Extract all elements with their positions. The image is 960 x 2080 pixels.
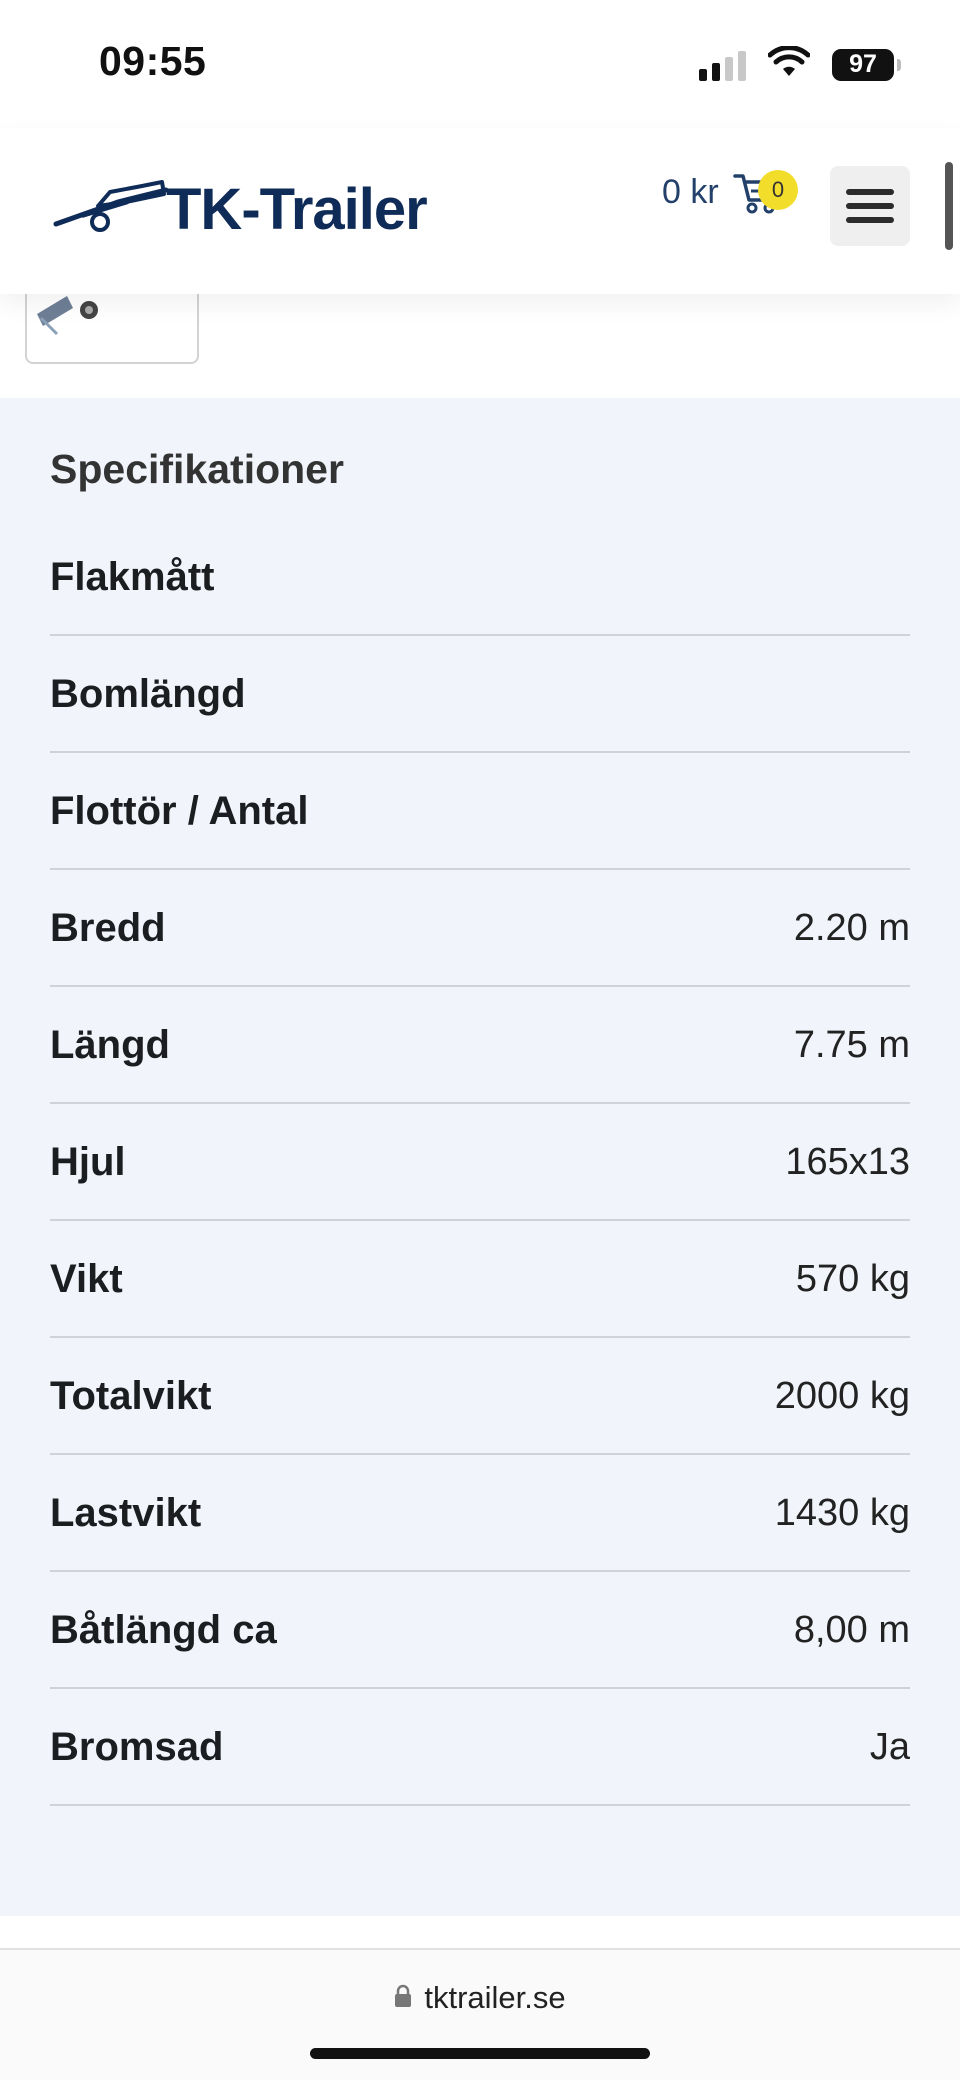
spec-value: 8,00 m [793, 1609, 910, 1651]
gallery-thumbnails [0, 274, 960, 398]
spec-label: Totalvikt [50, 1374, 212, 1418]
page-scrollbar[interactable] [945, 162, 953, 250]
spec-label: Hjul [50, 1140, 126, 1184]
address-bar[interactable]: tktrailer.se [0, 1980, 960, 2016]
status-time: 09:55 [99, 38, 207, 84]
wifi-icon [767, 45, 811, 83]
status-bar: 09:55 97 [0, 0, 960, 128]
logo-text: TK-Trailer [166, 177, 428, 242]
hamburger-menu-icon[interactable] [830, 166, 910, 246]
spec-value: Ja [869, 1726, 910, 1768]
browser-bottom-bar: tktrailer.se [0, 1948, 960, 2080]
spec-row: Flottör / Antal [50, 753, 910, 870]
spec-row: Lastvikt 1430 kg [50, 1455, 910, 1572]
url-text: tktrailer.se [424, 1980, 566, 2015]
lock-icon [394, 1980, 412, 2016]
cart-amount: 0 kr [662, 172, 719, 211]
spec-label: Flakmått [50, 555, 215, 599]
spec-value: 1430 kg [774, 1492, 910, 1534]
home-indicator[interactable] [310, 2048, 650, 2059]
spec-label: Längd [50, 1023, 170, 1067]
spec-label: Bredd [50, 906, 166, 950]
section-title: Specifikationer [50, 446, 344, 492]
logo[interactable]: TK-Trailer [52, 172, 428, 247]
spec-value: 2.20 m [793, 907, 910, 949]
spec-row: Bromsad Ja [50, 1689, 910, 1806]
spec-label: Vikt [50, 1257, 123, 1301]
spec-label: Bomlängd [50, 672, 246, 716]
specifications-section: Specifikationer Flakmått Bomlängd Flottö… [0, 398, 960, 1916]
spec-value: 2000 kg [774, 1375, 910, 1417]
spec-label: Båtlängd ca [50, 1608, 277, 1652]
spec-label: Bromsad [50, 1725, 224, 1769]
spec-row: Längd 7.75 m [50, 987, 910, 1104]
spec-row: Bomlängd [50, 636, 910, 753]
spec-row: Vikt 570 kg [50, 1221, 910, 1338]
spec-label: Flottör / Antal [50, 789, 309, 833]
cart-count-badge: 0 [758, 170, 798, 210]
spec-list: Flakmått Bomlängd Flottör / Antal Bredd … [50, 519, 910, 1806]
trailer-logo-icon [52, 172, 172, 247]
spec-row: Flakmått [50, 519, 910, 636]
spec-value: 570 kg [795, 1258, 910, 1300]
spec-value: 7.75 m [793, 1024, 910, 1066]
site-header: TK-Trailer 0 kr 0 [0, 128, 960, 294]
spec-row: Totalvikt 2000 kg [50, 1338, 910, 1455]
signal-icon [699, 49, 746, 81]
spec-row: Bredd 2.20 m [50, 870, 910, 987]
battery-icon: 97 [832, 48, 901, 81]
spec-row: Båtlängd ca 8,00 m [50, 1572, 910, 1689]
status-icons: 97 [699, 45, 901, 83]
spec-row: Hjul 165x13 [50, 1104, 910, 1221]
spec-label: Lastvikt [50, 1491, 202, 1535]
spec-value: 165x13 [785, 1141, 910, 1183]
